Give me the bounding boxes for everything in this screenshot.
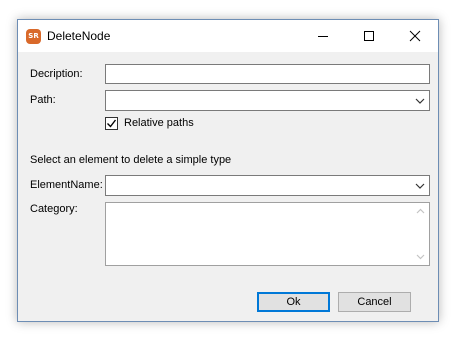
minimize-button[interactable]: [300, 20, 346, 52]
relative-paths-checkbox[interactable]: [105, 117, 118, 130]
description-input[interactable]: [105, 64, 430, 84]
element-name-label: ElementName:: [30, 179, 103, 191]
maximize-icon: [364, 31, 374, 41]
checkmark-icon: [107, 119, 117, 128]
path-combobox[interactable]: [105, 90, 430, 111]
category-label: Category:: [30, 203, 78, 215]
scroll-up-icon[interactable]: [412, 205, 429, 217]
chevron-down-icon[interactable]: [415, 181, 425, 191]
category-scrollbar[interactable]: [412, 203, 429, 265]
ok-button[interactable]: Ok: [257, 292, 330, 312]
cancel-button[interactable]: Cancel: [338, 292, 411, 312]
element-name-combobox[interactable]: [105, 175, 430, 196]
close-icon: [409, 30, 421, 42]
minimize-icon: [318, 36, 328, 37]
delete-node-dialog: SR DeleteNode Decription: Path: Relative…: [17, 19, 439, 322]
scroll-down-icon[interactable]: [412, 251, 429, 263]
window-title: DeleteNode: [47, 29, 111, 43]
chevron-down-icon[interactable]: [415, 96, 425, 106]
path-label: Path:: [30, 94, 56, 106]
app-sr-icon: SR: [26, 29, 41, 44]
maximize-button[interactable]: [346, 20, 392, 52]
category-textarea[interactable]: [105, 202, 430, 266]
description-label: Decription:: [30, 68, 83, 80]
title-bar[interactable]: SR DeleteNode: [18, 20, 438, 52]
relative-paths-label[interactable]: Relative paths: [124, 117, 194, 129]
close-button[interactable]: [392, 20, 438, 52]
section-instruction: Select an element to delete a simple typ…: [30, 154, 232, 166]
